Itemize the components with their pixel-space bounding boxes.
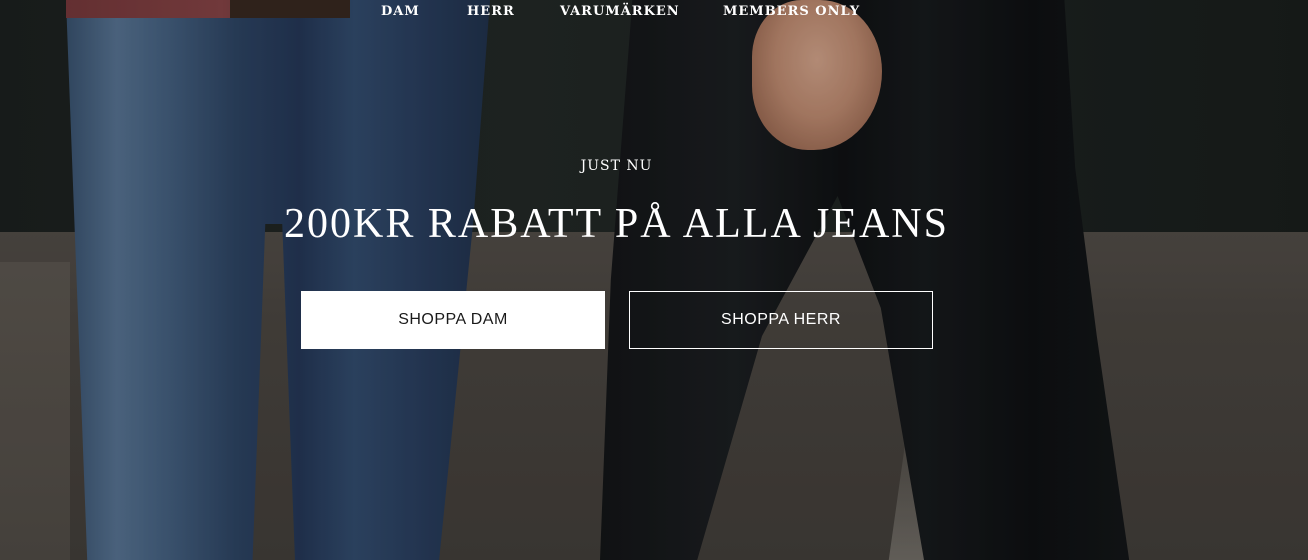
shop-women-button[interactable]: SHOPPA DAM bbox=[301, 291, 605, 349]
hero-banner: DAM HERR VARUMÄRKEN MEMBERS ONLY JUST NU… bbox=[0, 0, 1308, 560]
hero-headline: 200KR RABATT PÅ ALLA JEANS bbox=[284, 201, 949, 247]
hero-eyebrow: JUST NU bbox=[580, 158, 653, 174]
shop-men-button[interactable]: SHOPPA HERR bbox=[629, 291, 933, 349]
image-overlay bbox=[0, 0, 1308, 560]
nav-item-varumarken[interactable]: VARUMÄRKEN bbox=[560, 3, 680, 21]
nav-item-dam[interactable]: DAM bbox=[381, 3, 420, 21]
nav-item-members-only[interactable]: MEMBERS ONLY bbox=[723, 3, 860, 21]
nav-item-herr[interactable]: HERR bbox=[467, 3, 515, 21]
